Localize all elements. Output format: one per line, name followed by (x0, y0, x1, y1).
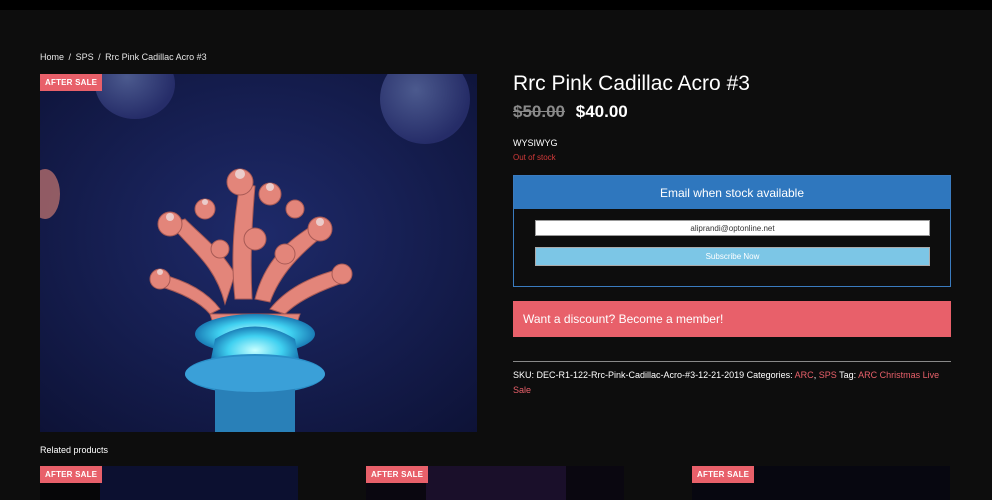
product-meta: SKU: DEC-R1-122-Rrc-Pink-Cadillac-Acro-#… (513, 368, 951, 398)
membership-discount-button[interactable]: Want a discount? Become a member! (513, 301, 951, 337)
breadcrumb-current: Rrc Pink Cadillac Acro #3 (105, 52, 207, 62)
sku-label: SKU: (513, 370, 535, 380)
category-separator: , (813, 370, 817, 380)
product-title: Rrc Pink Cadillac Acro #3 (513, 72, 750, 95)
tag-label: Tag: (839, 370, 857, 380)
after-sale-badge: AFTER SALE (40, 74, 103, 91)
related-products-heading: Related products (40, 445, 109, 455)
breadcrumb-separator: / (68, 52, 72, 62)
coral-photo (40, 74, 477, 432)
breadcrumb: Home / SPS / Rrc Pink Cadillac Acro #3 (40, 52, 209, 62)
price: $50.00 $40.00 (513, 102, 628, 122)
category-link-arc[interactable]: ARC (795, 370, 814, 380)
wysiwyg-label: WYSIWYG (513, 138, 558, 148)
after-sale-badge: AFTER SALE (366, 466, 429, 483)
stock-notify-form: Email when stock available Subscribe Now (513, 175, 951, 287)
category-link-sps[interactable]: SPS (819, 370, 837, 380)
breadcrumb-home-link[interactable]: Home (40, 52, 64, 62)
stock-status: Out of stock (513, 153, 556, 162)
after-sale-badge: AFTER SALE (692, 466, 755, 483)
after-sale-badge: AFTER SALE (40, 466, 103, 483)
top-bar (0, 0, 992, 10)
product-image[interactable] (40, 74, 477, 432)
old-price: $50.00 (513, 102, 565, 121)
breadcrumb-separator: / (98, 52, 101, 62)
categories-label: Categories: (746, 370, 793, 380)
divider (513, 361, 951, 362)
email-input[interactable] (535, 220, 930, 236)
sku-value: DEC-R1-122-Rrc-Pink-Cadillac-Acro-#3-12-… (536, 370, 745, 380)
subscribe-button[interactable]: Subscribe Now (535, 247, 930, 266)
breadcrumb-category-link[interactable]: SPS (76, 52, 94, 62)
notify-header: Email when stock available (514, 176, 950, 209)
sale-price: $40.00 (575, 102, 628, 121)
